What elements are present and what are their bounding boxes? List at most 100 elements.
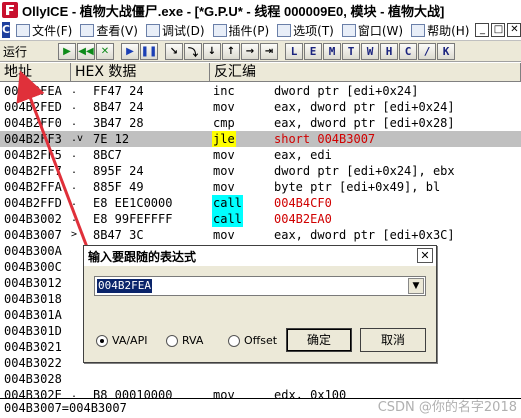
row-mnemonic: call	[212, 211, 243, 227]
title-bar: OllyICE - 植物大战僵尸.exe - [*G.P.U* - 线程 000…	[0, 0, 521, 20]
radio-offset[interactable]: Offset	[228, 334, 277, 347]
radio-rva-dot	[166, 334, 178, 347]
radio-rva-label: RVA	[182, 334, 204, 347]
disasm-row[interactable]: 004B3007 >8B47 3C mov eax, dword ptr [edi+0…	[0, 227, 521, 243]
row-address: 004B3021	[4, 340, 62, 354]
windows-window-button[interactable]: W	[361, 42, 379, 60]
row-hex: 8B47 3C	[93, 228, 144, 242]
run-button[interactable]: ▶	[121, 42, 139, 60]
system-menu-icon[interactable]: C	[2, 22, 11, 38]
patches-window-button[interactable]: /	[418, 42, 436, 60]
menu-plugins[interactable]: 插件(P)	[209, 22, 274, 39]
row-hex: 8BC7	[93, 148, 122, 162]
disasm-row[interactable]: 004B302E. B8 00010000 mov edx, 0x100	[0, 387, 521, 398]
row-address: 004B3018	[4, 292, 62, 306]
window-icon	[341, 23, 356, 37]
hex-column-header[interactable]: HEX 数据	[71, 63, 210, 81]
row-mnemonic-cell: inc	[210, 83, 274, 99]
close-button[interactable]: ✕	[507, 23, 521, 37]
close-debug-button[interactable]: ✕	[96, 42, 114, 60]
radio-va-api[interactable]: VA/API	[96, 334, 147, 347]
plugin-icon	[212, 23, 227, 37]
expression-input[interactable]: 004B2FEA ▼	[94, 276, 426, 296]
menu-bar: C 文件(F) 查看(V) 调试(D) 插件(P) 选项(T) 窗口(W) 帮助…	[0, 20, 521, 40]
step-over-button[interactable]: ⤵	[184, 42, 202, 60]
row-address: 004B2FF7	[4, 164, 62, 178]
memory-window-button[interactable]: M	[323, 42, 341, 60]
row-mnemonic: mov	[213, 228, 235, 242]
disasm-row[interactable]: 004B2FF5. 8BC7 mov eax, edi	[0, 147, 521, 163]
call-stack-window-button[interactable]: K	[437, 42, 455, 60]
row-address: 004B2FF0	[4, 116, 62, 130]
handles-window-button[interactable]: H	[380, 42, 398, 60]
menu-view[interactable]: 查看(V)	[76, 22, 142, 39]
modules-window-button[interactable]: E	[304, 42, 322, 60]
row-operands: short 004B3007	[274, 132, 376, 146]
row-mnemonic: mov	[213, 148, 235, 162]
trace-over-button[interactable]: ↑	[222, 42, 240, 60]
dialog-close-button[interactable]: ✕	[417, 248, 433, 263]
execute-till-return-button[interactable]: →	[241, 42, 259, 60]
row-jump-marker: .	[71, 149, 78, 160]
restart-button[interactable]: ◀◀	[77, 42, 95, 60]
row-mnemonic-cell: call	[210, 211, 274, 227]
trace-into-button[interactable]: ↓	[203, 42, 221, 60]
menu-view-label: 查看(V)	[96, 23, 138, 38]
row-mnemonic-cell	[210, 371, 274, 387]
row-mnemonic-cell: call	[210, 195, 274, 211]
disasm-row[interactable]: 004B3028	[0, 371, 521, 387]
menu-debug[interactable]: 调试(D)	[142, 22, 209, 39]
options-icon	[277, 23, 292, 37]
window-controls: _ □ ✕	[473, 23, 521, 37]
row-address: 004B2FED	[4, 100, 62, 114]
step-into-button[interactable]: ↘	[165, 42, 183, 60]
disasm-column-header[interactable]: 反汇编	[210, 63, 521, 81]
disasm-row[interactable]: 004B3002. E8 99FEFFFF call 004B2EA0	[0, 211, 521, 227]
disasm-row[interactable]: 004B2FEA. FF47 24 inc dword ptr [edi+0x24]	[0, 83, 521, 99]
menu-file-label: 文件(F)	[32, 23, 73, 38]
debug-icon	[145, 23, 160, 37]
disasm-row[interactable]: 004B2FFD. E8 EE1C0000 call 004B4CF0	[0, 195, 521, 211]
cancel-button[interactable]: 取消	[360, 328, 426, 352]
log-window-button[interactable]: L	[285, 42, 303, 60]
radio-rva[interactable]: RVA	[166, 334, 203, 347]
pause-button[interactable]: ❚❚	[140, 42, 158, 60]
row-operands: byte ptr [edi+0x49], bl	[274, 180, 441, 194]
column-header: 地址 HEX 数据 反汇编	[0, 63, 521, 82]
row-hex: FF47 24	[93, 84, 144, 98]
disasm-row[interactable]: 004B2FF3 .v 7E 12 jle short 004B3007	[0, 131, 521, 147]
app-logo-icon	[2, 2, 18, 18]
row-hex: 3B47 28	[93, 116, 144, 130]
watermark: CSDN @你的名字2018	[377, 400, 517, 415]
row-address: 004B301A	[4, 308, 62, 322]
radio-offset-label: Offset	[244, 334, 278, 347]
menu-help[interactable]: 帮助(H)	[407, 22, 473, 39]
row-mnemonic: cmp	[213, 116, 235, 130]
disasm-row[interactable]: 004B2FED. 8B47 24 mov eax, dword ptr [edi+0…	[0, 99, 521, 115]
disasm-row[interactable]: 004B2FFA. 885F 49 mov byte ptr [edi+0x49], …	[0, 179, 521, 195]
disasm-row[interactable]: 004B2FF7. 895F 24 mov dword ptr [edi+0x24],…	[0, 163, 521, 179]
restore-button[interactable]: □	[491, 23, 506, 37]
menu-options[interactable]: 选项(T)	[273, 22, 338, 39]
address-column-header[interactable]: 地址	[0, 63, 71, 81]
row-mnemonic: mov	[213, 100, 235, 114]
row-mnemonic-cell: mov	[210, 179, 274, 195]
menu-window[interactable]: 窗口(W)	[338, 22, 407, 39]
row-operands: dword ptr [edi+0x24]	[274, 84, 419, 98]
open-button[interactable]: ▶	[58, 42, 76, 60]
expression-dropdown-icon[interactable]: ▼	[408, 278, 424, 294]
row-jump-marker: .v	[71, 133, 84, 144]
threads-window-button[interactable]: T	[342, 42, 360, 60]
row-mnemonic: mov	[213, 180, 235, 194]
toolbar: 运行 ▶ ◀◀ ✕ ▶ ❚❚ ↘ ⤵ ↓ ↑ → ⇥ L E M T W H C…	[0, 40, 521, 62]
minimize-button[interactable]: _	[475, 23, 490, 37]
row-jump-marker: >	[71, 229, 78, 240]
goto-button[interactable]: ⇥	[260, 42, 278, 60]
status-text: 004B3007=004B3007	[4, 401, 127, 415]
row-jump-marker: .	[71, 181, 78, 192]
ok-button[interactable]: 确定	[286, 328, 352, 352]
row-address: 004B2FF5	[4, 148, 62, 162]
disasm-row[interactable]: 004B2FF0. 3B47 28 cmp eax, dword ptr [edi+0…	[0, 115, 521, 131]
menu-file[interactable]: 文件(F)	[12, 22, 76, 39]
cpu-window-button[interactable]: C	[399, 42, 417, 60]
